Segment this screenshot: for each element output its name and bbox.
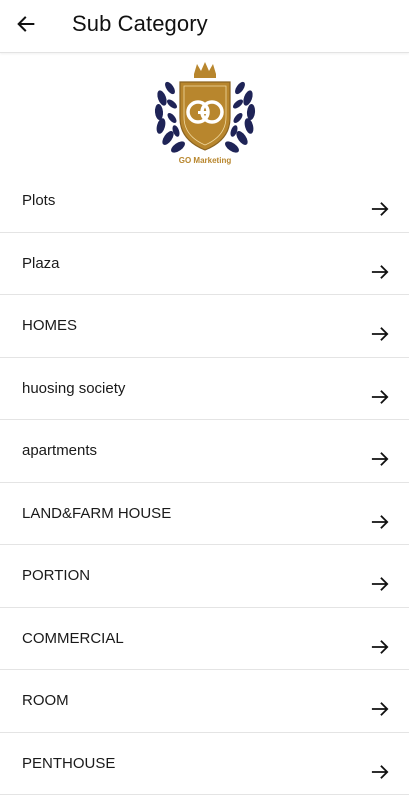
list-item[interactable]: PENTHOUSE xyxy=(0,733,409,795)
logo-caption: GO Marketing xyxy=(178,156,232,165)
list-item-label: LAND&FARM HOUSE xyxy=(22,504,172,522)
arrow-right-icon xyxy=(371,702,389,716)
arrow-right-icon xyxy=(371,764,389,779)
back-button[interactable] xyxy=(10,8,42,40)
list-item[interactable]: Plaza xyxy=(0,233,409,295)
sub-category-list: Plots Plaza HOMES huosing society apartments… xyxy=(0,170,409,795)
list-item-label: PORTION xyxy=(22,567,91,584)
list-item[interactable]: huosing society xyxy=(0,358,409,420)
page-title: Sub Category xyxy=(72,11,208,36)
list-item-label: Plots xyxy=(22,192,56,209)
company-logo: GO Marketing xyxy=(150,56,260,168)
arrow-right-icon xyxy=(371,514,389,529)
arrow-right-icon xyxy=(371,452,389,466)
arrow-right-icon xyxy=(371,577,389,591)
list-item-label: HOMES xyxy=(22,317,78,334)
list-item-label: ROOM xyxy=(22,692,69,709)
list-item-label: apartments xyxy=(22,442,98,459)
list-item[interactable]: PORTION xyxy=(0,545,409,608)
sub-category-screen: Sub Category GO Marketing Plots Plaza HO… xyxy=(0,0,409,800)
logo-emblem xyxy=(154,62,256,153)
arrow-left-icon xyxy=(17,16,35,32)
list-item[interactable]: COMMERCIAL xyxy=(0,608,409,670)
arrow-right-icon xyxy=(371,264,389,279)
list-item-label: huosing society xyxy=(22,379,126,397)
list-item-label: PENTHOUSE xyxy=(22,754,116,772)
list-item[interactable]: HOMES xyxy=(0,295,409,358)
arrow-right-icon xyxy=(371,389,389,404)
arrow-right-icon xyxy=(371,202,389,216)
arrow-right-icon xyxy=(371,327,389,341)
app-bar: Sub Category xyxy=(0,0,409,53)
arrow-right-icon xyxy=(371,639,389,654)
list-item-label: COMMERCIAL xyxy=(22,629,124,647)
list-item[interactable]: Plots xyxy=(0,170,409,233)
list-item[interactable]: apartments xyxy=(0,420,409,483)
list-item[interactable]: LAND&FARM HOUSE xyxy=(0,483,409,545)
list-item-label: Plaza xyxy=(22,254,60,272)
list-item[interactable]: ROOM xyxy=(0,670,409,733)
